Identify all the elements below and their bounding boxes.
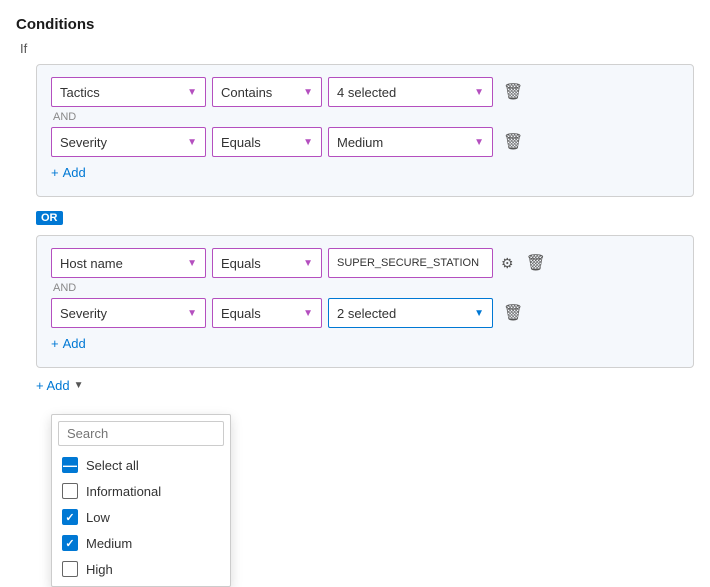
field-label-severity-1: Severity	[60, 135, 181, 150]
value-label-hostname-value: SUPER_SECURE_STATION	[337, 257, 484, 269]
field-label-severity-2: Severity	[60, 306, 181, 321]
checkbox-low: ✓	[62, 509, 78, 525]
field-select-tactics[interactable]: Tactics ▼	[51, 77, 206, 107]
partial-mark: —	[63, 458, 77, 472]
checkbox-select-all: —	[62, 457, 78, 473]
field-select-severity-2[interactable]: Severity ▼	[51, 298, 206, 328]
value-select-hostname-value[interactable]: SUPER_SECURE_STATION	[328, 248, 493, 278]
dropdown-item-medium[interactable]: ✓ Medium	[52, 530, 230, 556]
outer-add-container: + Add ▼	[36, 378, 694, 393]
add-condition-1-button[interactable]: + Add	[51, 163, 86, 182]
operator-label-contains: Contains	[221, 85, 297, 100]
chevron-down-icon: ▼	[474, 137, 484, 148]
dropdown-item-informational[interactable]: Informational	[52, 478, 230, 504]
dropdown-item-high[interactable]: High	[52, 556, 230, 582]
condition-row-2-2: Severity ▼ Equals ▼ 2 selected ▼ 🗑	[51, 298, 679, 328]
value-select-medium[interactable]: Medium ▼	[328, 127, 493, 157]
chevron-down-icon: ▼	[187, 87, 197, 98]
field-label-tactics: Tactics	[60, 85, 181, 100]
delete-row-2-2-button[interactable]: 🗑	[499, 301, 527, 325]
chevron-down-icon: ▼	[303, 258, 313, 269]
checkmark-low: ✓	[65, 511, 74, 524]
operator-select-equals-2[interactable]: Equals ▼	[212, 248, 322, 278]
and-label-2: AND	[53, 282, 679, 294]
value-label-4selected: 4 selected	[337, 85, 468, 100]
chevron-down-icon: ▼	[303, 87, 313, 98]
field-label-hostname: Host name	[60, 256, 181, 271]
add-label-1: Add	[63, 165, 86, 180]
outer-add-label: + Add	[36, 378, 70, 393]
operator-label-equals-2: Equals	[221, 256, 297, 271]
dropdown-item-low[interactable]: ✓ Low	[52, 504, 230, 530]
checkbox-medium: ✓	[62, 535, 78, 551]
value-select-2selected[interactable]: 2 selected ▼	[328, 298, 493, 328]
operator-label-equals-3: Equals	[221, 306, 297, 321]
dropdown-item-label-medium: Medium	[86, 536, 132, 551]
chevron-down-icon: ▼	[187, 308, 197, 319]
chevron-down-icon: ▼	[474, 87, 484, 98]
plus-icon-2: +	[51, 336, 59, 351]
or-connector: OR	[36, 205, 694, 231]
dropdown-item-select-all[interactable]: — Select all	[52, 452, 230, 478]
dropdown-item-label-low: Low	[86, 510, 110, 525]
chevron-down-icon: ▼	[303, 308, 313, 319]
field-select-severity-1[interactable]: Severity ▼	[51, 127, 206, 157]
operator-select-contains[interactable]: Contains ▼	[212, 77, 322, 107]
chevron-down-icon: ▼	[187, 137, 197, 148]
plus-icon: +	[51, 165, 59, 180]
add-label-2: Add	[63, 336, 86, 351]
chevron-down-icon-outer: ▼	[74, 380, 84, 391]
dropdown-search-input[interactable]	[58, 421, 224, 446]
and-label-1: AND	[53, 111, 679, 123]
dropdown-item-label-select-all: Select all	[86, 458, 139, 473]
value-label-2selected: 2 selected	[337, 306, 468, 321]
chevron-down-icon: ▼	[303, 137, 313, 148]
checkmark-medium: ✓	[65, 537, 74, 550]
delete-row-2-1-button[interactable]: 🗑	[522, 251, 550, 275]
operator-label-equals-1: Equals	[221, 135, 297, 150]
page-title: Conditions	[16, 16, 694, 33]
operator-select-equals-3[interactable]: Equals ▼	[212, 298, 322, 328]
condition-row-1-1: Tactics ▼ Contains ▼ 4 selected ▼ 🗑	[51, 77, 679, 107]
dropdown-item-label-high: High	[86, 562, 113, 577]
if-label: If	[20, 41, 694, 56]
chevron-down-icon: ▼	[474, 308, 484, 319]
operator-select-equals-1[interactable]: Equals ▼	[212, 127, 322, 157]
severity-dropdown-popup: — Select all Informational ✓ Low ✓ Mediu…	[51, 414, 231, 587]
chevron-down-icon: ▼	[187, 258, 197, 269]
condition-block-1: Tactics ▼ Contains ▼ 4 selected ▼ 🗑 AND …	[36, 64, 694, 197]
delete-row-1-2-button[interactable]: 🗑	[499, 130, 527, 154]
delete-row-1-1-button[interactable]: 🗑	[499, 80, 527, 104]
field-select-hostname[interactable]: Host name ▼	[51, 248, 206, 278]
value-select-4selected[interactable]: 4 selected ▼	[328, 77, 493, 107]
dropdown-item-label-informational: Informational	[86, 484, 161, 499]
add-condition-2-button[interactable]: + Add	[51, 334, 86, 353]
checkbox-informational	[62, 483, 78, 499]
edit-icon: ⚙	[501, 255, 514, 272]
condition-block-2: Host name ▼ Equals ▼ SUPER_SECURE_STATIO…	[36, 235, 694, 368]
value-label-medium: Medium	[337, 135, 468, 150]
or-badge: OR	[36, 211, 63, 225]
outer-add-button[interactable]: + Add ▼	[36, 378, 84, 393]
condition-row-1-2: Severity ▼ Equals ▼ Medium ▼ 🗑	[51, 127, 679, 157]
checkbox-high	[62, 561, 78, 577]
condition-row-2-1: Host name ▼ Equals ▼ SUPER_SECURE_STATIO…	[51, 248, 679, 278]
